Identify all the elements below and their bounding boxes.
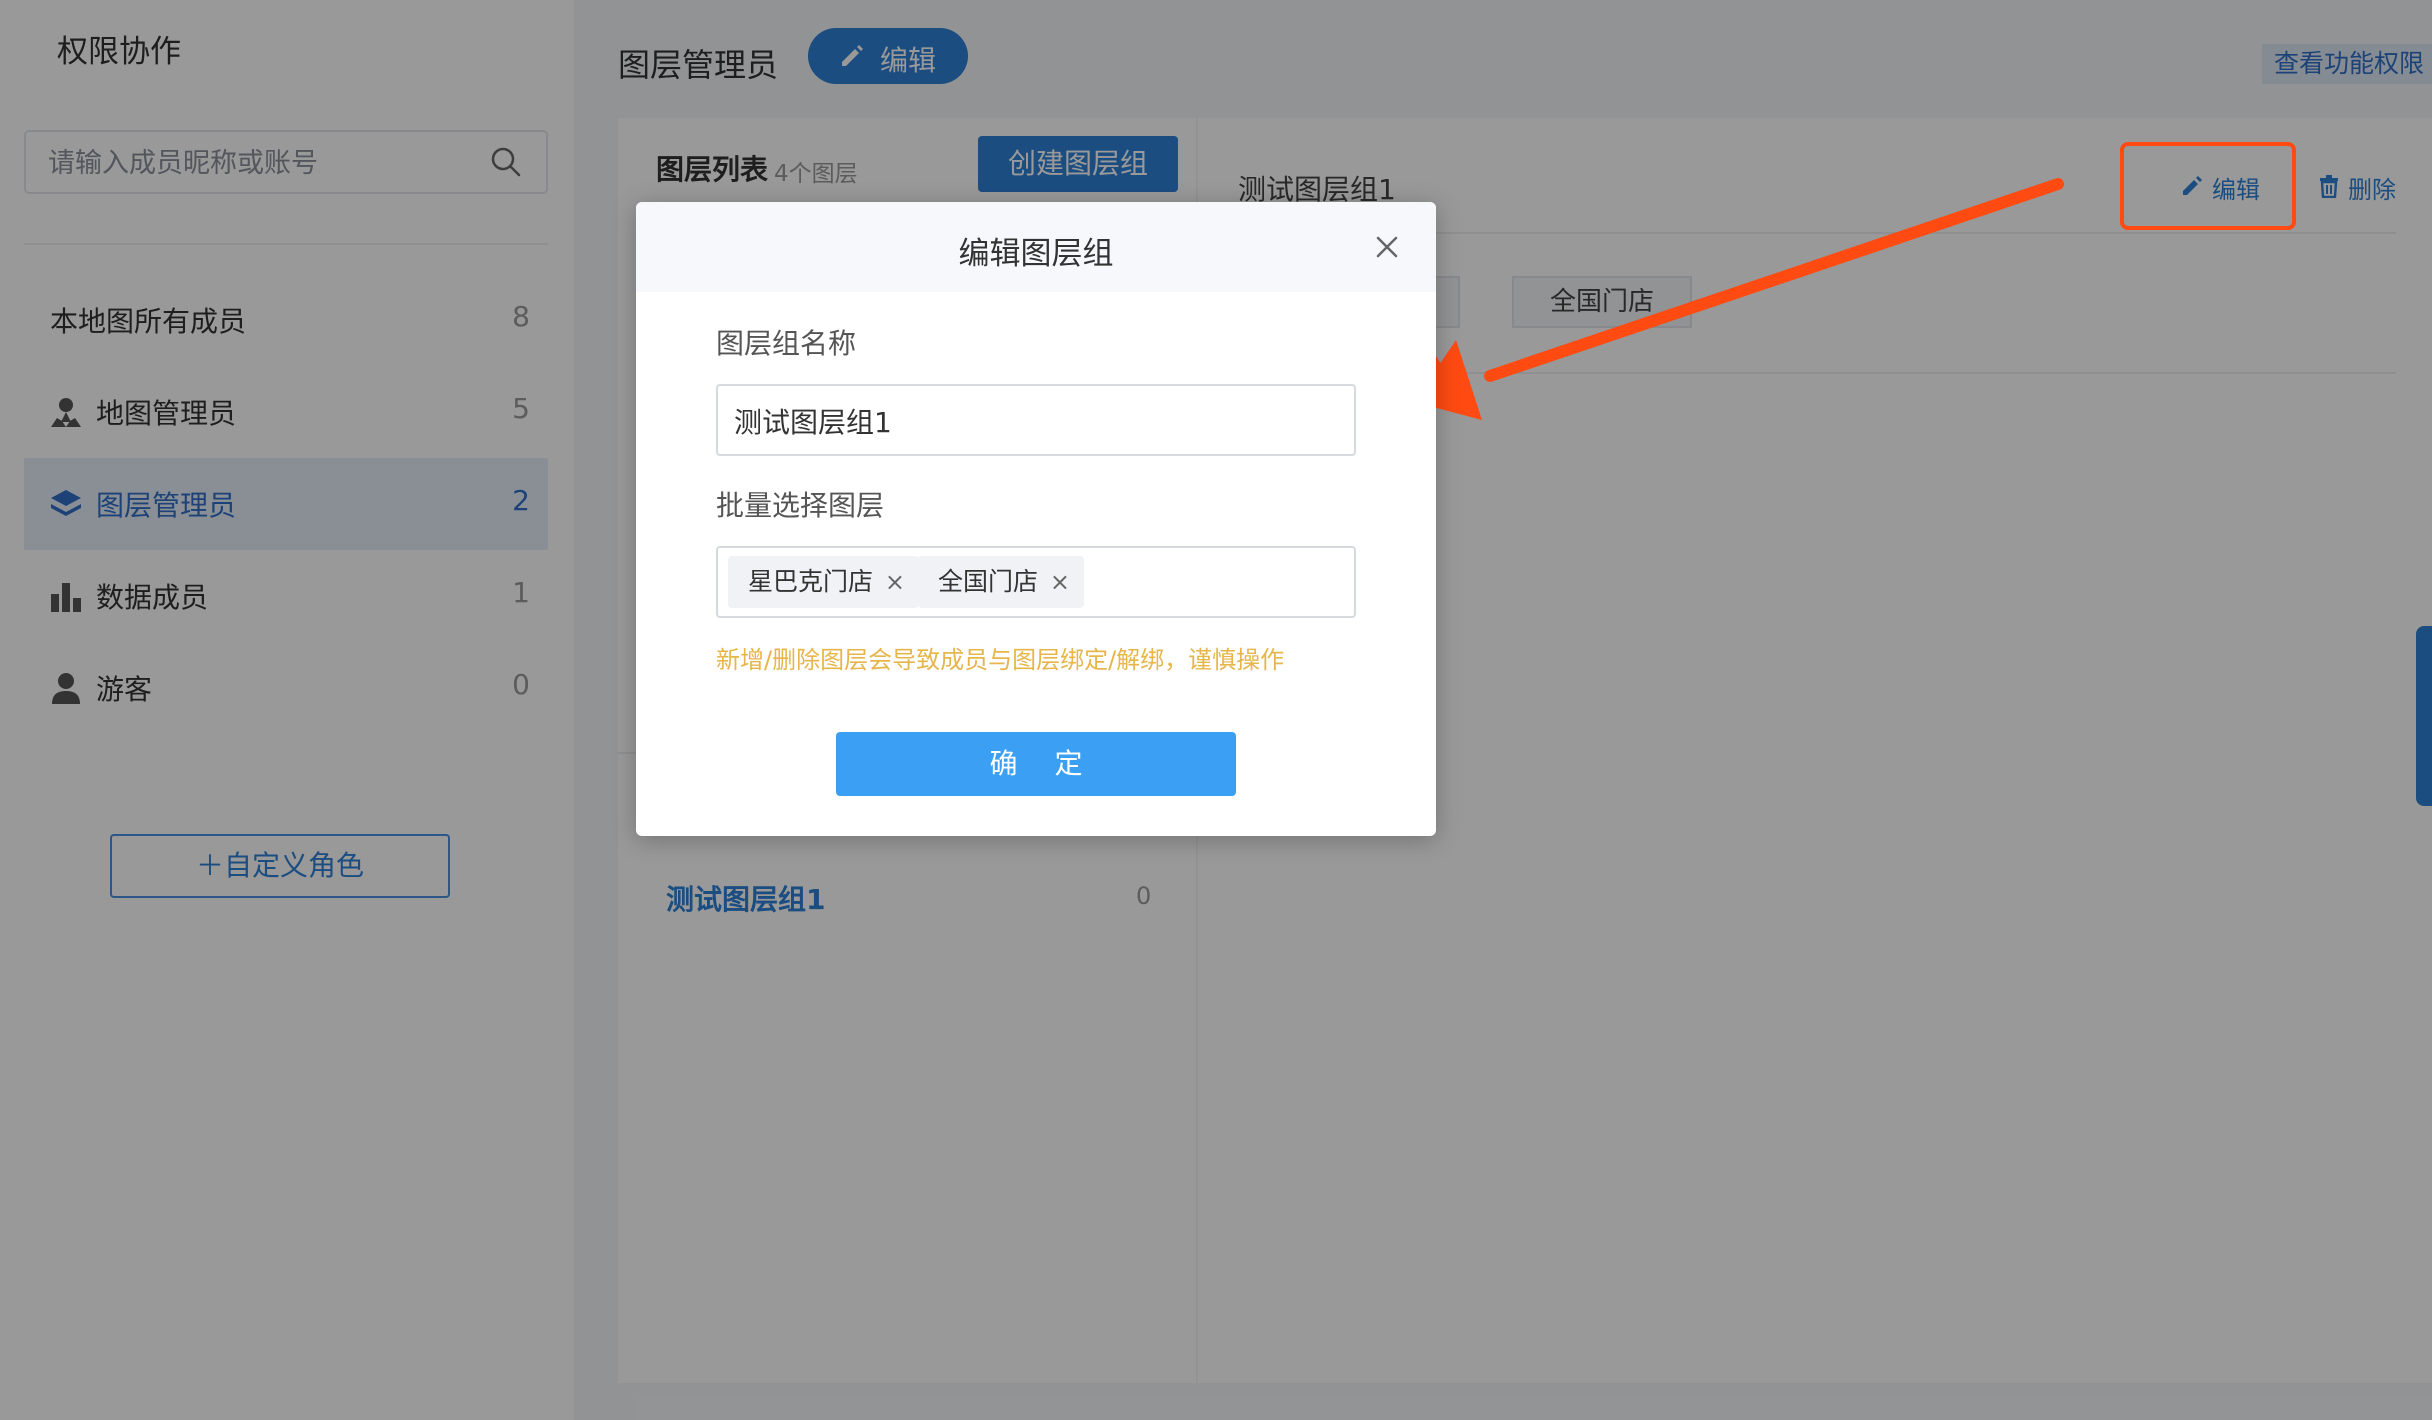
close-icon[interactable] (1374, 234, 1400, 260)
dialog-title: 编辑图层组 (958, 236, 1114, 272)
remove-tag-icon[interactable]: × (885, 556, 905, 608)
edit-layer-group-dialog: 编辑图层组 图层组名称 批量选择图层 星巴克门店 × 全国门店 × 新增/删除图… (636, 202, 1436, 836)
group-name-label: 图层组名称 (716, 327, 857, 360)
remove-tag-icon[interactable]: × (1050, 556, 1070, 608)
layer-multiselect[interactable]: 星巴克门店 × 全国门店 × (716, 546, 1356, 618)
selected-layer-tag: 全国门店 × (918, 556, 1085, 608)
batch-select-label: 批量选择图层 (716, 489, 885, 522)
selected-layer-tag: 星巴克门店 × (728, 556, 920, 608)
confirm-button[interactable]: 确 定 (836, 732, 1236, 796)
group-name-input[interactable] (732, 386, 1336, 456)
group-name-field[interactable] (716, 384, 1356, 456)
tag-label: 全国门店 (938, 567, 1039, 596)
tag-label: 星巴克门店 (748, 567, 874, 596)
warning-text: 新增/删除图层会导致成员与图层绑定/解绑，谨慎操作 (716, 646, 1285, 674)
annotation-highlight-box (2120, 142, 2296, 230)
